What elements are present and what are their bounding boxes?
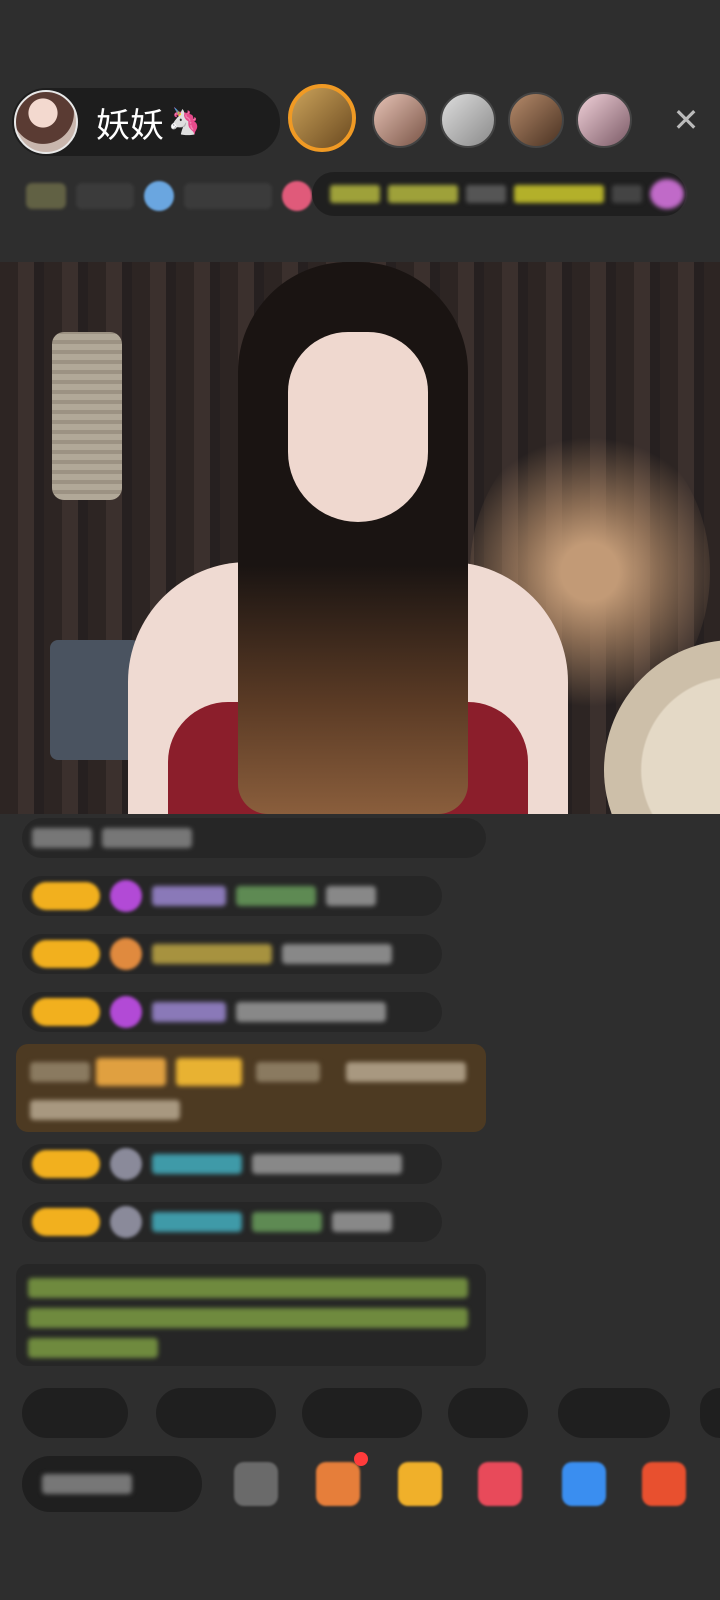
viewer-avatar[interactable] <box>372 92 428 148</box>
chat-message[interactable] <box>22 876 442 916</box>
level-badge <box>32 940 100 968</box>
viewer-avatar[interactable] <box>508 92 564 148</box>
paper-lantern <box>52 332 122 500</box>
comment-input[interactable] <box>22 1456 202 1512</box>
stream-info-row <box>26 176 312 216</box>
hot-icon[interactable] <box>282 181 312 211</box>
viewer-avatar[interactable] <box>440 92 496 148</box>
level-badge <box>32 882 100 910</box>
top-viewer-avatar[interactable] <box>288 84 356 152</box>
task-icon[interactable] <box>316 1462 360 1506</box>
chat-message[interactable] <box>22 1144 442 1184</box>
notice-message <box>16 1264 486 1366</box>
diamond-icon <box>110 996 142 1028</box>
gift-icon[interactable] <box>642 1462 686 1506</box>
level-badge <box>32 1150 100 1178</box>
game-icon[interactable] <box>562 1462 606 1506</box>
rank-chip[interactable] <box>26 183 66 209</box>
quick-reply-chip[interactable] <box>558 1388 670 1438</box>
chat-message[interactable] <box>22 1202 442 1242</box>
chat-message[interactable] <box>22 992 442 1032</box>
gift-message[interactable] <box>16 1044 486 1132</box>
host-profile-pill[interactable]: 妖妖 🦄 <box>12 88 280 156</box>
level-badge <box>32 998 100 1026</box>
unicorn-icon: 🦄 <box>168 107 201 137</box>
notification-dot <box>354 1452 368 1466</box>
info-chip <box>184 183 272 209</box>
user-avatar-icon <box>110 1206 142 1238</box>
info-chip <box>76 183 134 209</box>
host-avatar[interactable] <box>14 90 78 154</box>
system-message <box>22 818 486 858</box>
emoji-icon[interactable] <box>234 1462 278 1506</box>
quick-reply-chip[interactable] <box>156 1388 276 1438</box>
quick-reply-chip[interactable] <box>302 1388 422 1438</box>
host-name: 妖妖 <box>96 105 164 146</box>
red-packet-icon[interactable] <box>478 1462 522 1506</box>
streamer <box>128 262 568 814</box>
live-video[interactable] <box>0 262 720 814</box>
level-badge <box>32 1208 100 1236</box>
chat-message[interactable] <box>22 934 442 974</box>
viewer-avatar[interactable] <box>576 92 632 148</box>
quick-reply-chip[interactable] <box>22 1388 128 1438</box>
shop-icon[interactable] <box>398 1462 442 1506</box>
user-avatar-icon <box>110 1148 142 1180</box>
activity-banner[interactable] <box>312 172 686 216</box>
quick-reply-chip[interactable] <box>700 1388 720 1438</box>
close-icon[interactable]: ✕ <box>666 100 706 140</box>
fan-club-icon <box>110 938 142 970</box>
diamond-icon <box>110 880 142 912</box>
background-stool <box>50 640 140 760</box>
quick-reply-chip[interactable] <box>448 1388 528 1438</box>
popularity-icon <box>144 181 174 211</box>
